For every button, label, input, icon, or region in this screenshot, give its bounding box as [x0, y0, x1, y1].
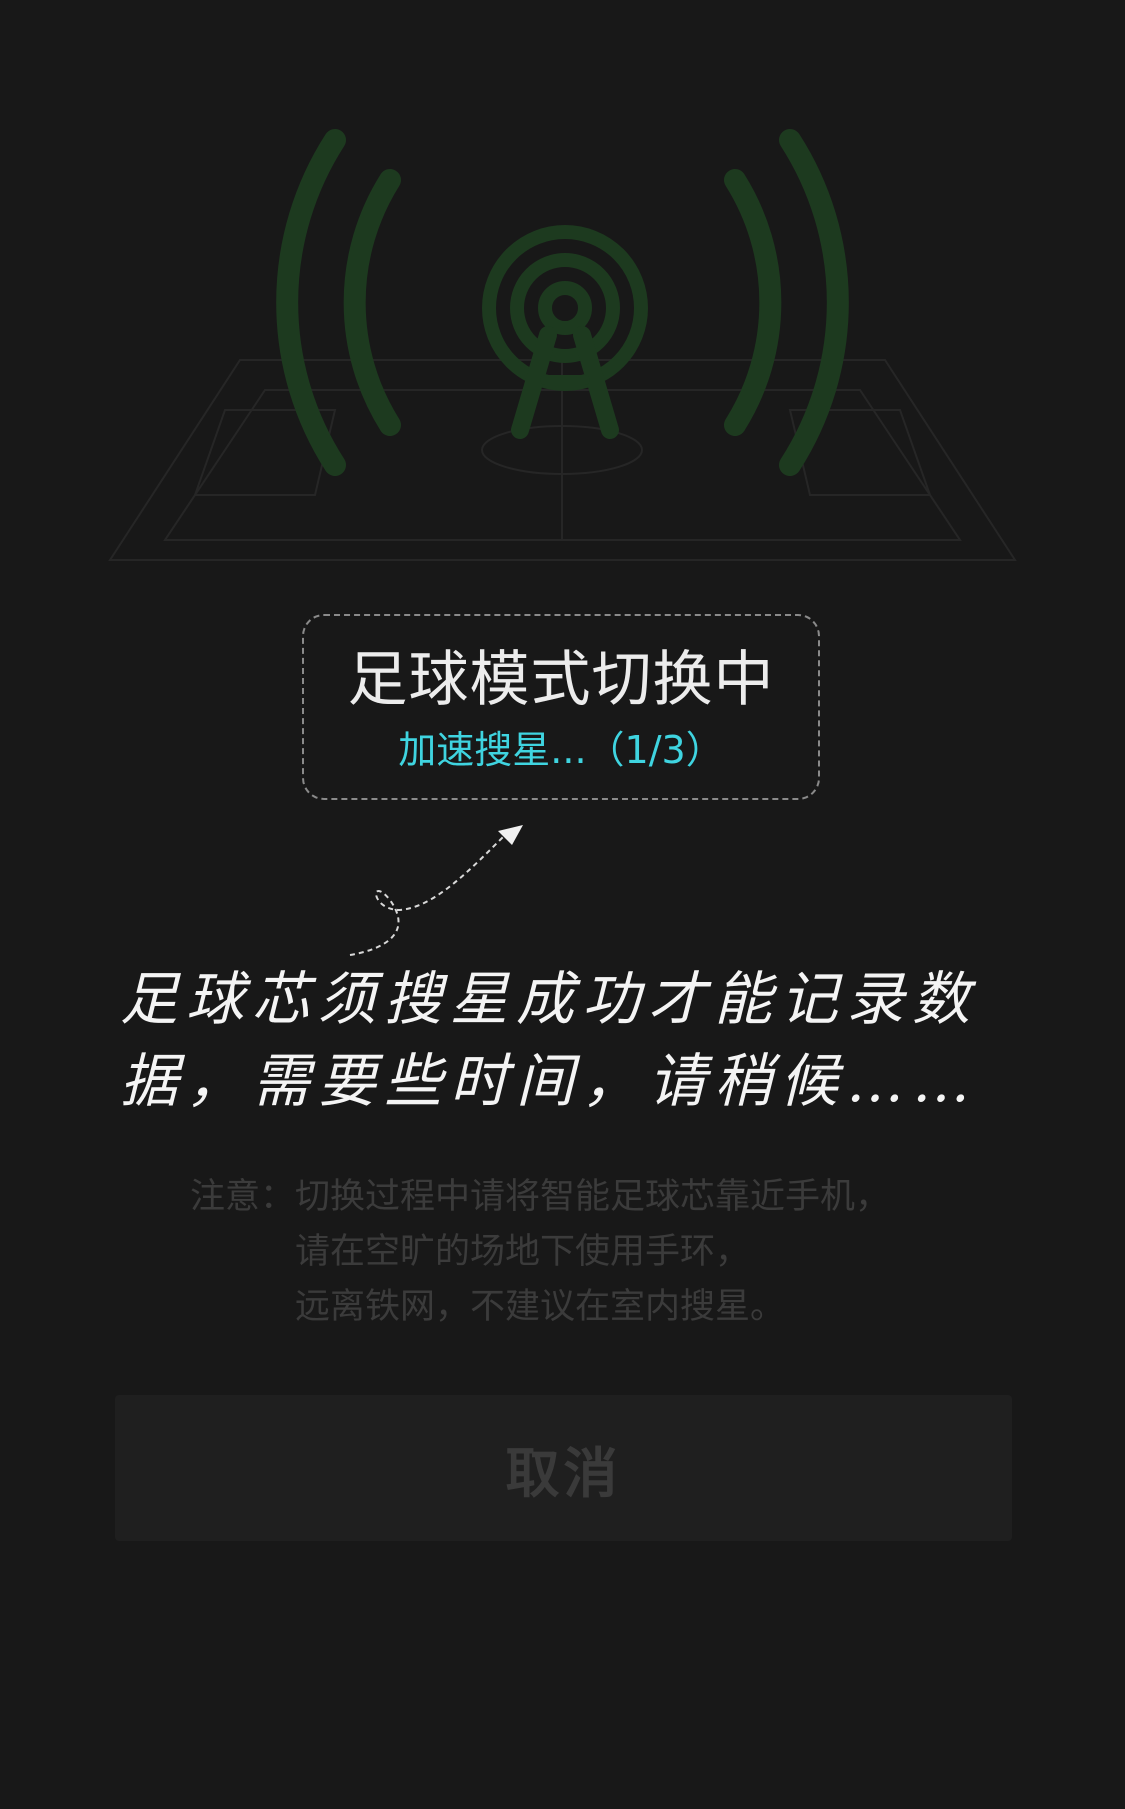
- mode-status-panel: 足球模式切换中 加速搜星...（1/3）: [302, 614, 820, 800]
- hero-illustration: [0, 0, 1125, 620]
- notice-line-2: 请在空旷的场地下使用手环，: [295, 1232, 751, 1272]
- notice-line-3: 远离铁网，不建议在室内搜星。: [295, 1287, 786, 1327]
- hint-line-1: 足球芯须搜星成功才能记录数: [120, 965, 979, 1033]
- signal-tower-icon: [482, 225, 648, 439]
- cancel-button[interactable]: 取消: [115, 1395, 1012, 1541]
- hint-line-2: 据，需要些时间，请稍候……: [120, 1047, 979, 1115]
- search-progress-text: 加速搜星...（1/3）: [398, 728, 724, 772]
- notice-label: 注意：: [190, 1177, 296, 1217]
- curly-arrow-icon: [340, 815, 540, 975]
- mode-switch-title: 足球模式切换中: [347, 645, 775, 715]
- notice-block: 注意： 切换过程中请将智能足球芯靠近手机， 请在空旷的场地下使用手环， 远离铁网…: [190, 1170, 990, 1335]
- notice-line-1: 切换过程中请将智能足球芯靠近手机，: [295, 1177, 891, 1217]
- search-hint-text: 足球芯须搜星成功才能记录数 据，需要些时间，请稍候……: [120, 958, 1005, 1122]
